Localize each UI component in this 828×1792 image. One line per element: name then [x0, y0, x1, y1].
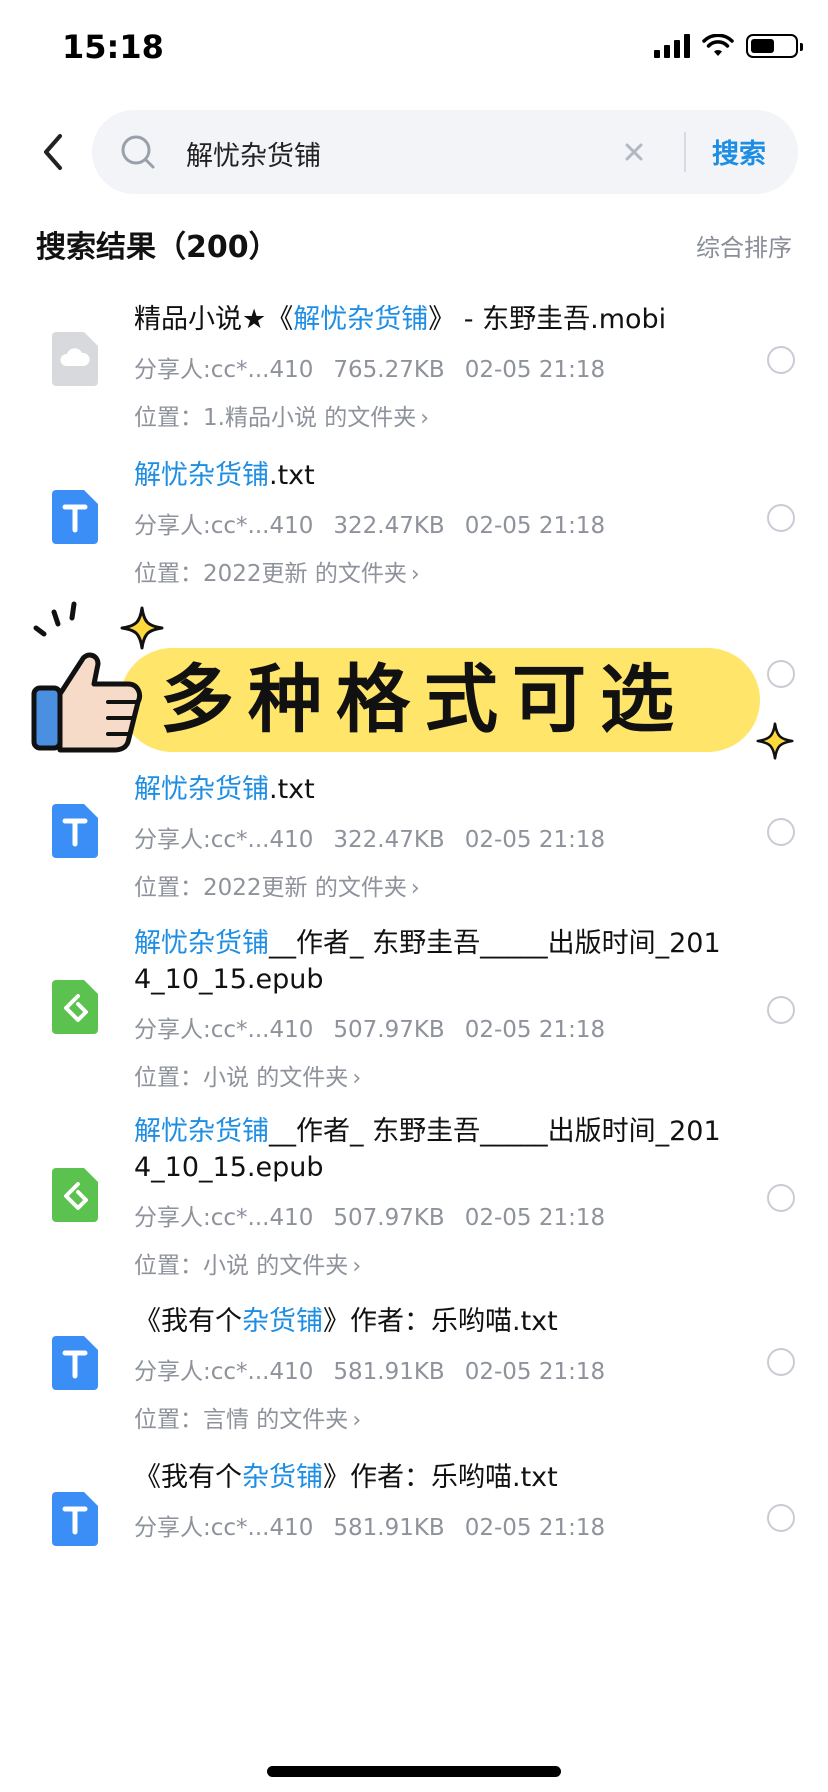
- txt-file-icon: [52, 1492, 98, 1546]
- item-meta: 分享人:cc*...410 322.47KB 02-05 21:18: [134, 827, 606, 853]
- back-arrow-icon[interactable]: [36, 130, 72, 174]
- item-title: 解忧杂货铺.txt: [134, 460, 315, 491]
- search-button[interactable]: 搜索: [712, 132, 766, 171]
- item-title: 精品小说★《解忧杂货铺》 - 东野圭吾.mobi: [134, 304, 667, 335]
- item-title: 《我有个杂货铺》作者：乐哟喵.txt: [134, 1306, 558, 1337]
- sort-button[interactable]: 综合排序: [696, 228, 792, 263]
- search-divider: [684, 132, 686, 172]
- list-item[interactable]: 《我有个杂货铺》作者：乐哟喵.txt 分享人:cc*...410 581.91KB…: [0, 1446, 828, 1586]
- list-item[interactable]: 解忧杂货铺.txt 分享人:cc*...410 322.47KB 02-05 21:…: [0, 758, 828, 916]
- item-meta: 分享人:cc*...410 507.97KB 02-05 21:18: [134, 1205, 606, 1231]
- item-location[interactable]: 位置：2022更新 的文件夹 ›: [134, 868, 724, 902]
- item-title: 《我有个杂货铺》作者：乐哟喵.txt: [134, 1462, 558, 1493]
- select-radio[interactable]: [767, 660, 795, 688]
- item-title: 解忧杂货铺.txt: [134, 774, 315, 805]
- results-title: 搜索结果（200）: [36, 230, 279, 265]
- chevron-right-icon: ›: [352, 1254, 362, 1279]
- chevron-right-icon: ›: [420, 406, 430, 431]
- item-location[interactable]: 位置：1.精品小说 的文件夹 ›: [134, 398, 724, 432]
- select-radio[interactable]: [767, 1348, 795, 1376]
- item-location[interactable]: 位置：2022更新 的文件夹 ›: [134, 554, 724, 588]
- list-item[interactable]: 解忧杂货铺__作者_ 东野圭吾_____出版时间_2014_10_15.epub…: [0, 916, 828, 1104]
- select-radio[interactable]: [767, 996, 795, 1024]
- list-item[interactable]: 解忧杂货铺__作者_ 东野圭吾_____出版时间_2014_10_15.epub…: [0, 1104, 828, 1290]
- select-radio[interactable]: [767, 504, 795, 532]
- list-item[interactable]: 《我有个杂货铺》作者：乐哟喵.txt 分享人:cc*...410 581.91KB…: [0, 1290, 828, 1446]
- item-title: 解忧杂货铺__作者_ 东野圭吾_____出版时间_2014_10_15.epub: [134, 1116, 721, 1183]
- select-radio[interactable]: [767, 1504, 795, 1532]
- item-meta: 分享人:cc*...410 581.91KB 02-05 21:18: [134, 1515, 606, 1541]
- list-item[interactable]: 解忧杂货铺.txt 分享人:cc*...410 322.47KB 02-05 21:…: [0, 444, 828, 600]
- chevron-right-icon: ›: [352, 1408, 362, 1433]
- chevron-right-icon: ›: [343, 688, 353, 713]
- home-indicator[interactable]: [267, 1766, 561, 1777]
- txt-file-icon: [52, 804, 98, 858]
- cloud-file-icon: [52, 332, 98, 386]
- epub-file-icon: [52, 1168, 98, 1222]
- item-meta: 分享人:cc*...410 765.27KB 02-05 21:18: [134, 357, 606, 383]
- epub-file-icon: [52, 980, 98, 1034]
- wifi-icon: [702, 34, 734, 56]
- list-item[interactable]: 精品小说★《解忧杂货铺》 - 东野圭吾.mobi 分享人:cc*...410 76…: [0, 288, 828, 444]
- status-icons: [654, 34, 803, 58]
- select-radio[interactable]: [767, 818, 795, 846]
- cellular-signal-icon: [654, 34, 690, 58]
- item-location[interactable]: 位置：言情 的文件夹 ›: [134, 1400, 724, 1434]
- select-radio[interactable]: [767, 346, 795, 374]
- txt-file-icon: [52, 490, 98, 544]
- result-list: 精品小说★《解忧杂货铺》 - 东野圭吾.mobi 分享人:cc*...410 76…: [0, 288, 828, 1586]
- select-radio[interactable]: [767, 1184, 795, 1212]
- chevron-right-icon: ›: [410, 562, 420, 587]
- item-meta: 分享人:cc*...410 507.97KB 02-05 21:18: [134, 1017, 606, 1043]
- status-bar: 15:18: [0, 0, 828, 100]
- item-meta: 分享人:cc*...410 581.91KB 02-05 21:18: [134, 1359, 606, 1385]
- item-location[interactable]: 位置：6月 的文件夹 ›: [134, 680, 724, 714]
- item-title: 解忧杂货铺__作者_ 东野圭吾_____出版时间_2014_10_15.epub: [134, 928, 721, 995]
- battery-icon: [746, 34, 803, 58]
- clear-icon[interactable]: [618, 136, 650, 168]
- item-location[interactable]: 位置：小说 的文件夹 ›: [134, 1058, 724, 1092]
- item-location[interactable]: 位置：小说 的文件夹 ›: [134, 1246, 724, 1280]
- chevron-right-icon: ›: [352, 1066, 362, 1091]
- item-meta: 分享人:cc*...410 322.47KB 02-05 21:18: [134, 513, 606, 539]
- txt-file-icon: [52, 1336, 98, 1390]
- list-item[interactable]: 位置：6月 的文件夹 ›: [0, 600, 828, 758]
- search-bar: 搜索: [92, 110, 798, 194]
- chevron-right-icon: ›: [410, 876, 420, 901]
- status-time: 15:18: [62, 28, 164, 66]
- search-icon: [121, 135, 155, 169]
